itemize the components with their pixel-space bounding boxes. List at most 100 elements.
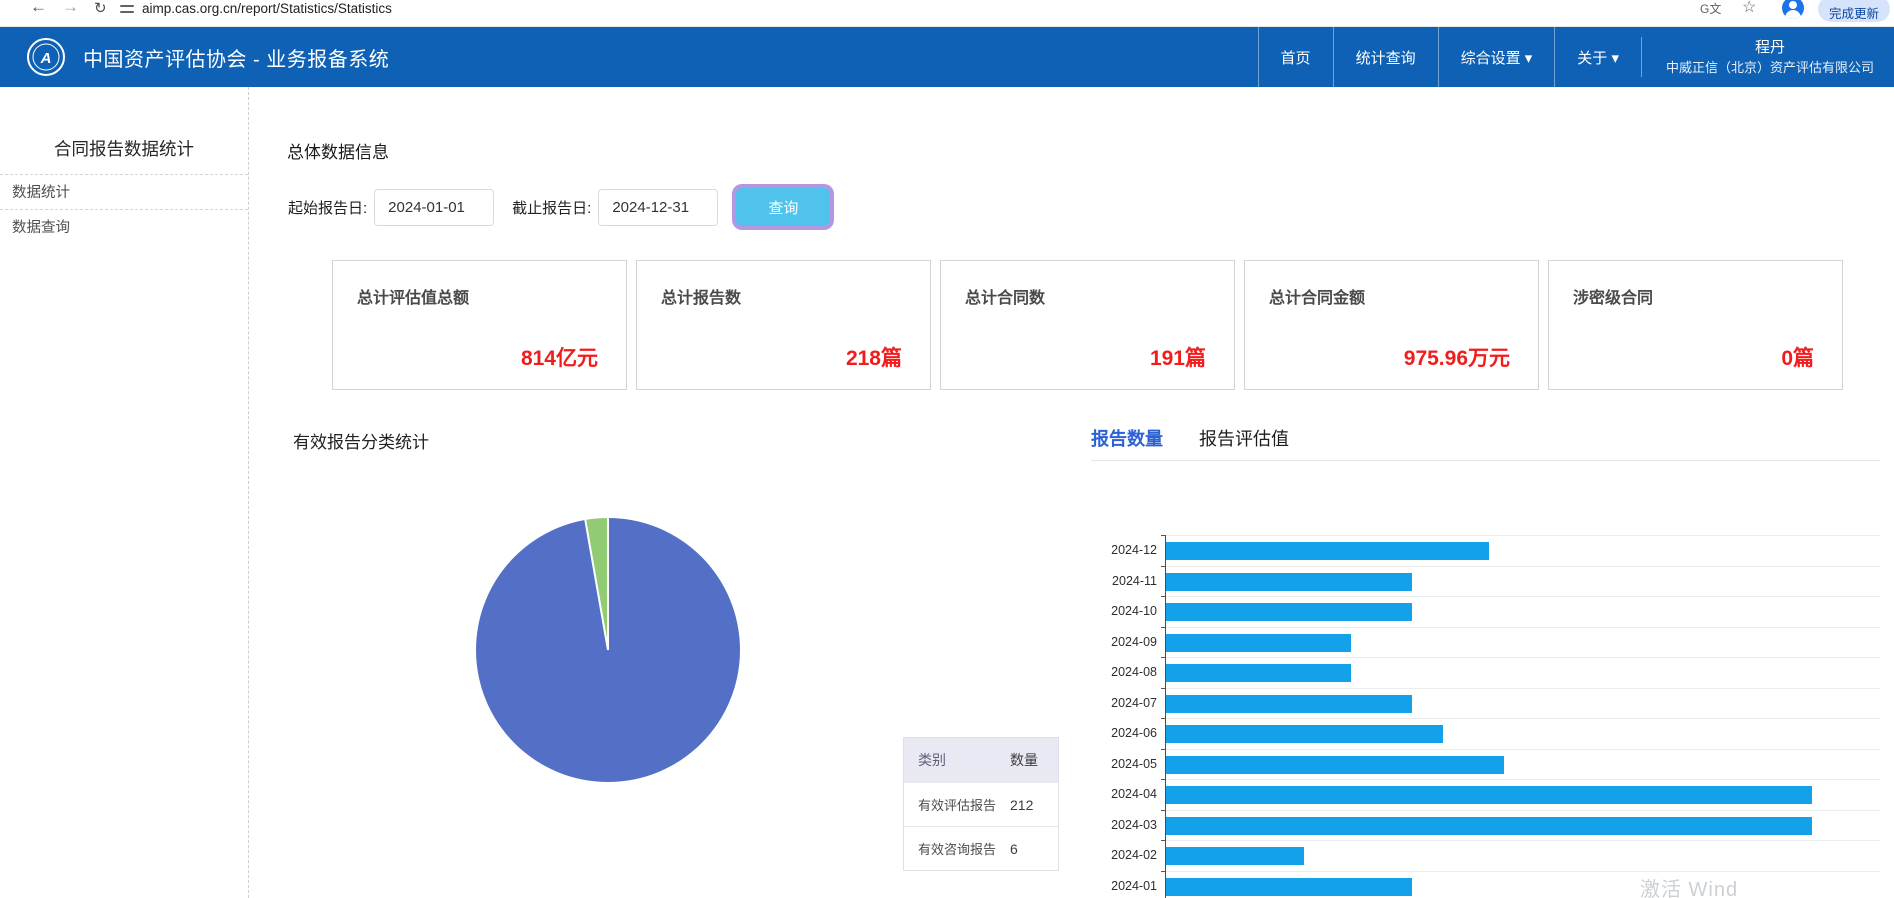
bar-track [1165,779,1880,810]
bar-track [1165,840,1880,871]
legend-table-row: 有效评估报告 212 [904,782,1058,826]
sidebar: 合同报告数据统计 数据统计数据查询 [0,87,249,898]
reload-icon[interactable]: ↻ [94,0,107,17]
bar [1166,634,1351,652]
stat-card: 总计报告数 218篇 [636,260,931,390]
bar-chart-row: 2024-05 [1090,749,1880,780]
bar [1166,847,1304,865]
association-logo-icon: A [26,37,66,77]
app-title: 中国资产评估协会 - 业务报备系统 [83,43,389,72]
section-title: 总体数据信息 [287,138,389,163]
bar-category-label: 2024-03 [1090,810,1165,841]
bar-chart-row: 2024-04 [1090,779,1880,810]
bar [1166,725,1443,743]
bar-chart-row: 2024-09 [1090,627,1880,658]
nav-menu-item[interactable]: 首页 [1258,27,1333,87]
tab-report-count[interactable]: 报告数量 [1091,425,1163,451]
bar-category-label: 2024-04 [1090,779,1165,810]
bar-category-label: 2024-07 [1090,688,1165,719]
start-date-input[interactable] [374,189,494,226]
back-icon[interactable]: ← [30,0,47,17]
bar-track [1165,627,1880,658]
bar-chart-axis [1165,535,1166,898]
site-info-icon[interactable] [120,2,134,16]
bar-category-label: 2024-09 [1090,627,1165,658]
browser-toolbar: ← → ↻ aimp.cas.org.cn/report/Statistics/… [0,0,1894,27]
legend-col-count: 数量 [1000,750,1058,770]
pie-slice-divider [607,518,609,650]
legend-table-header: 类别 数量 [904,738,1058,782]
browser-profile-avatar[interactable] [1782,0,1804,19]
bookmark-star-icon[interactable]: ☆ [1742,0,1756,17]
bar-track [1165,688,1880,719]
end-date-input[interactable] [598,189,718,226]
bar-chart-row: 2024-10 [1090,596,1880,627]
bar-track [1165,810,1880,841]
address-bar[interactable]: aimp.cas.org.cn/report/Statistics/Statis… [142,1,392,16]
filter-row: 起始报告日: 截止报告日: 查询 [288,187,830,227]
pie-legend-table: 类别 数量 有效评估报告 212 有效咨询报告 6 [903,737,1059,871]
forward-icon[interactable]: → [62,0,79,17]
chart-tabs: 报告数量 报告评估值 [1091,425,1289,451]
bar [1166,786,1812,804]
bar-chart-row: 2024-07 [1090,688,1880,719]
user-block[interactable]: 程丹 中威正信（北京）资产评估有限公司 [1641,37,1892,77]
bar-track [1165,657,1880,688]
tab-report-value[interactable]: 报告评估值 [1199,425,1289,451]
browser-update-button[interactable]: 完成更新 [1818,0,1890,22]
stat-card-value: 975.96万元 [1404,342,1510,372]
query-button[interactable]: 查询 [736,188,830,226]
bar-track [1165,566,1880,597]
stat-card: 总计评估值总额 814亿元 [332,260,627,390]
bar-category-label: 2024-06 [1090,718,1165,749]
nav-menu: 首页统计查询综合设置 ▾关于 ▾ [1258,27,1641,87]
nav-menu-item[interactable]: 关于 ▾ [1554,27,1641,87]
bar-track [1165,535,1880,566]
pie-section-title: 有效报告分类统计 [293,428,429,453]
bar-track [1165,718,1880,749]
nav-menu-item[interactable]: 统计查询 [1333,27,1438,87]
app-navbar: A 中国资产评估协会 - 业务报备系统 首页统计查询综合设置 ▾关于 ▾ 程丹 … [0,27,1894,87]
bar [1166,878,1412,896]
user-company: 中威正信（北京）资产评估有限公司 [1666,58,1874,77]
bar-category-label: 2024-01 [1090,871,1165,898]
sidebar-item[interactable]: 数据统计 [0,174,248,209]
bar [1166,695,1412,713]
bar-category-label: 2024-05 [1090,749,1165,780]
legend-table-row: 有效咨询报告 6 [904,826,1058,870]
stat-card-title: 总计评估值总额 [357,284,469,308]
stat-card-title: 总计报告数 [661,284,741,308]
bar [1166,664,1351,682]
stat-card-value: 218篇 [846,342,902,372]
bar-category-label: 2024-10 [1090,596,1165,627]
sidebar-item[interactable]: 数据查询 [0,209,248,244]
bar [1166,756,1504,774]
activate-windows-watermark: 激活 Wind [1640,873,1738,898]
bar [1166,542,1489,560]
stat-card: 总计合同金额 975.96万元 [1244,260,1539,390]
bar [1166,573,1412,591]
translate-icon[interactable]: G文 [1700,0,1721,17]
bar-category-label: 2024-11 [1090,566,1165,597]
bar-chart-row: 2024-08 [1090,657,1880,688]
stat-card-title: 总计合同金额 [1269,284,1365,308]
bar-category-label: 2024-12 [1090,535,1165,566]
stat-card: 涉密级合同 0篇 [1548,260,1843,390]
bar-chart-row: 2024-03 [1090,810,1880,841]
user-name: 程丹 [1755,37,1785,58]
bar-track [1165,871,1880,898]
stat-cards: 总计评估值总额 814亿元 总计报告数 218篇 总计合同数 191篇 总计合同… [332,260,1843,390]
bar-track [1165,596,1880,627]
stat-card-value: 0篇 [1781,342,1814,372]
page: ← → ↻ aimp.cas.org.cn/report/Statistics/… [0,0,1894,898]
bar [1166,817,1812,835]
nav-menu-item[interactable]: 综合设置 ▾ [1438,27,1555,87]
bar [1166,603,1412,621]
stat-card: 总计合同数 191篇 [940,260,1235,390]
svg-text:A: A [40,50,52,67]
bar-chart-row: 2024-12 [1090,535,1880,566]
bar-category-label: 2024-02 [1090,840,1165,871]
stat-card-title: 总计合同数 [965,284,1045,308]
end-date-label: 截止报告日: [512,197,591,218]
main-content: 总体数据信息 起始报告日: 截止报告日: 查询 总计评估值总额 814亿元 总计… [249,87,1894,898]
